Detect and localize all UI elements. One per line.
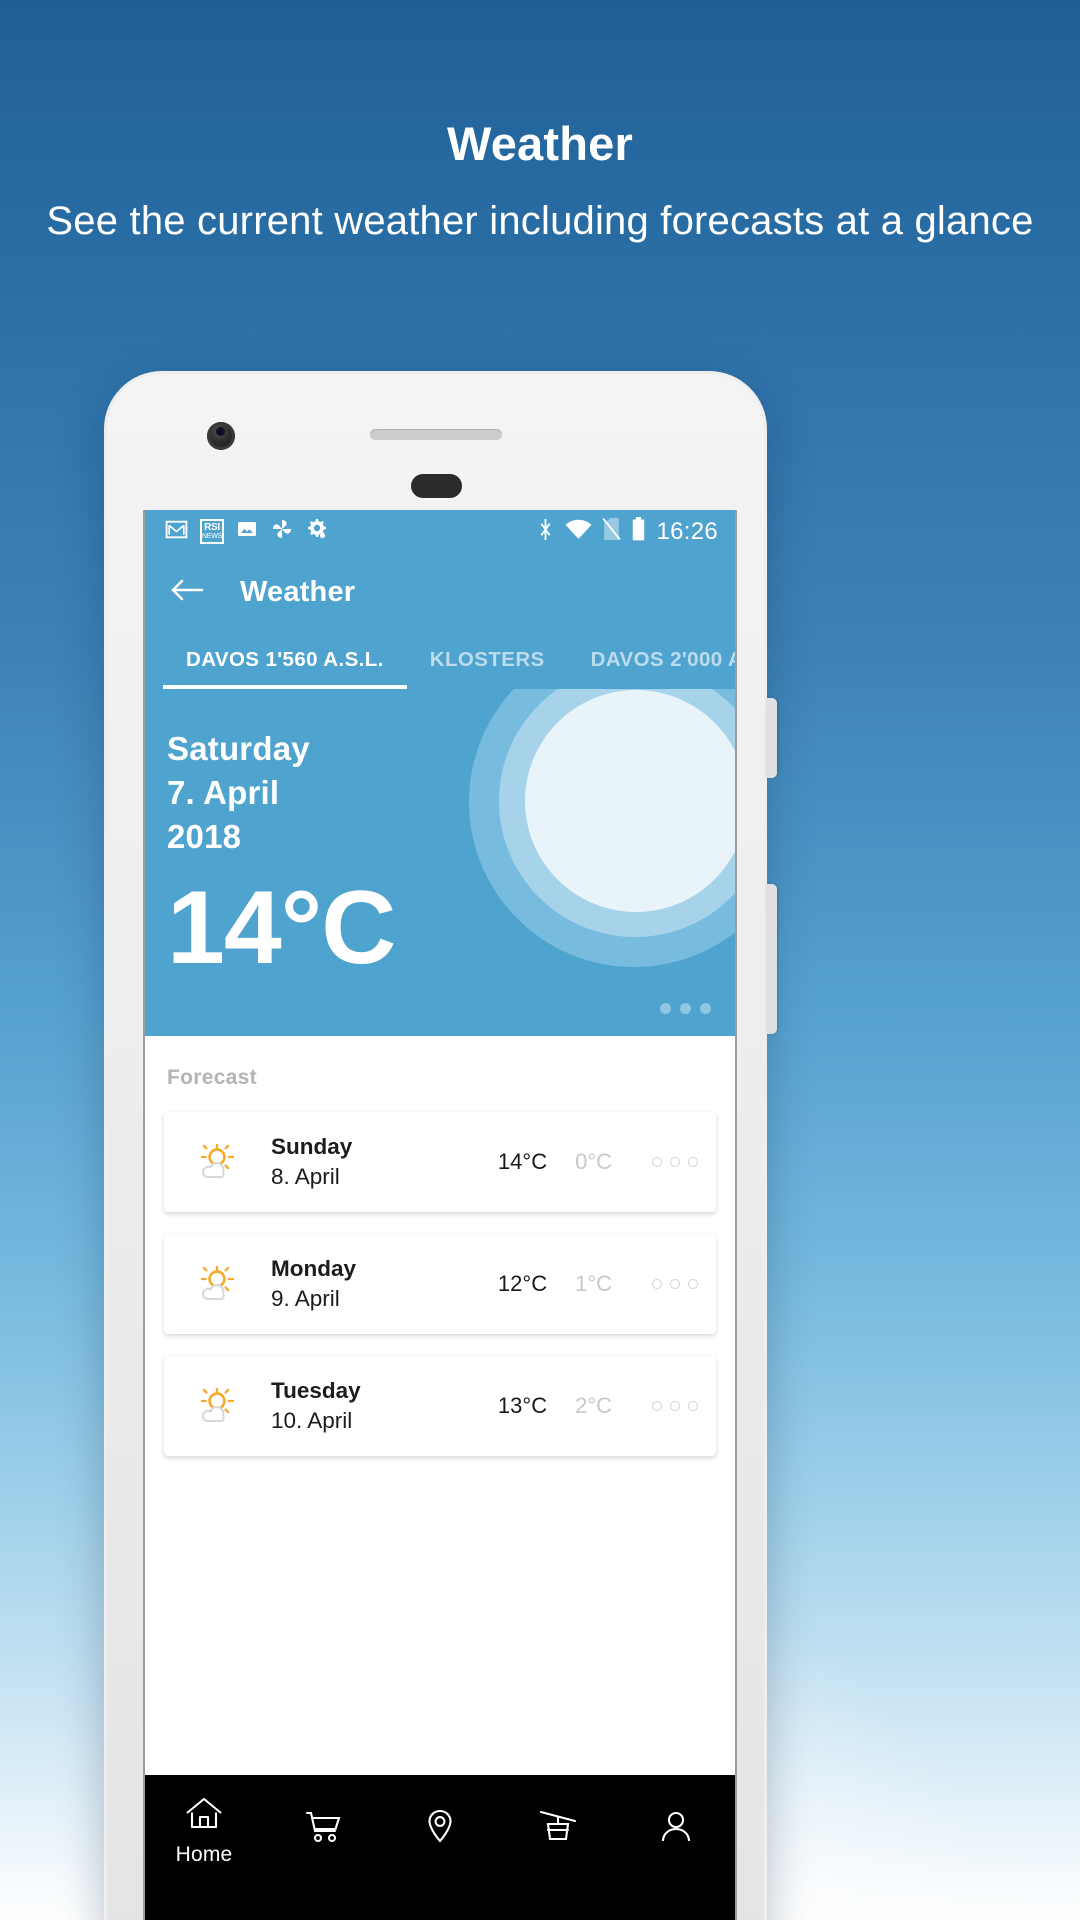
current-temperature: 14°C [167,869,396,986]
sun-behind-cloud-icon [188,1383,244,1429]
sun-behind-cloud-icon [188,1261,244,1307]
forecast-temp-max: 14°C [497,1149,548,1174]
hero-page-indicator[interactable] [660,1003,711,1014]
pin-icon [419,1807,461,1850]
front-camera-icon [207,422,235,450]
wifi-icon [565,519,592,545]
hero-dot [660,1003,671,1014]
tab-davos-1560[interactable]: DAVOS 1'560 A.S.L. [163,631,407,689]
hero-dot [680,1003,691,1014]
bottom-navigation-bar: Home [145,1775,735,1887]
forecast-section: Forecast Sunday 8. April 14°C 0°C Monday… [145,1036,735,1456]
forecast-row-tuesday[interactable]: Tuesday 10. April 13°C 2°C [164,1356,716,1456]
forecast-dot [652,1157,662,1167]
app-bar: Weather [145,553,735,631]
forecast-dot [688,1157,698,1167]
forecast-temp-min: 0°C [575,1149,612,1174]
forecast-day-name: Monday [271,1256,357,1282]
forecast-dot [688,1279,698,1289]
promo-screenshot-canvas: Weather See the current weather includin… [0,0,1080,1920]
arrow-left-icon[interactable] [170,576,204,609]
rsi-news-icon: RSI NEWS [200,519,224,544]
promo-subtitle: See the current weather including foreca… [46,198,1034,243]
forecast-dot [670,1279,680,1289]
forecast-list: Sunday 8. April 14°C 0°C Monday 9. April… [145,1090,735,1456]
forecast-day-date: 10. April [271,1408,353,1433]
cart-icon [301,1807,343,1850]
promo-title: Weather [447,117,633,170]
sun-behind-cloud-icon [188,1139,244,1185]
forecast-row-indicator [652,1157,698,1167]
android-system-nav [145,1887,735,1920]
battery-icon [631,517,646,546]
forecast-day-name: Tuesday [271,1378,361,1404]
forecast-temp-min: 2°C [575,1393,612,1418]
forecast-dot [688,1401,698,1411]
current-year: 2018 [167,818,242,856]
current-weekday: Saturday [167,730,310,767]
forecast-row-sunday[interactable]: Sunday 8. April 14°C 0°C [164,1112,716,1212]
forecast-day-block: Monday 9. April [271,1254,356,1313]
forecast-temp-max: 12°C [497,1271,548,1296]
settings-gear-icon [305,517,329,546]
person-icon [655,1807,697,1850]
pinwheel-icon [270,517,294,546]
bottom-nav-label-home: Home [175,1843,233,1866]
bottom-nav-item-lifts[interactable] [499,1807,617,1855]
bluetooth-icon [536,518,555,546]
forecast-row-monday[interactable]: Monday 9. April 12°C 1°C [164,1234,716,1334]
status-bar-clock: 16:26 [656,517,718,545]
bottom-nav-item-profile[interactable] [617,1807,735,1855]
volume-button[interactable] [766,884,777,1034]
forecast-temp-max: 13°C [497,1393,548,1418]
bottom-nav-item-map[interactable] [381,1807,499,1855]
forecast-row-indicator [652,1279,698,1289]
forecast-day-date: 8. April [271,1164,340,1189]
hero-dot [700,1003,711,1014]
bottom-nav-item-home[interactable]: Home [145,1795,263,1867]
status-bar-notifications: RSI NEWS [164,517,329,547]
status-bar: RSI NEWS 16:26 [145,510,735,553]
gmail-icon [164,517,189,547]
promo-text-block: Weather See the current weather includin… [0,118,1080,251]
gondola-icon [537,1807,579,1850]
home-icon [183,1795,225,1838]
forecast-section-label: Forecast [167,1066,257,1089]
earpiece-speaker [370,429,502,440]
rsi-badge-line2: NEWS [201,533,223,540]
forecast-dot [652,1279,662,1289]
forecast-temps: 12°C 1°C [498,1271,698,1297]
phone-screen: RSI NEWS 16:26 Weather DAVOS 1'560 A.S.L… [143,510,737,1920]
status-bar-system-icons: 16:26 [536,517,718,546]
power-button[interactable] [766,698,777,778]
forecast-dot [652,1401,662,1411]
rsi-badge-line1: RSI [204,522,220,533]
forecast-dot [670,1401,680,1411]
phone-mockup: RSI NEWS 16:26 Weather DAVOS 1'560 A.S.L… [104,371,777,1920]
forecast-temps: 13°C 2°C [498,1393,698,1419]
current-weather-card[interactable]: Saturday 7. April 2018 14°C [145,689,735,1036]
bottom-nav-item-shop[interactable] [263,1807,381,1855]
tab-davos-2000[interactable]: DAVOS 2'000 A.S.L. [568,631,735,689]
current-weather-body: Saturday 7. April 2018 14°C [145,689,735,980]
forecast-day-block: Tuesday 10. April [271,1376,361,1435]
forecast-row-indicator [652,1401,698,1411]
forecast-day-name: Sunday [271,1134,353,1160]
forecast-temps: 14°C 0°C [498,1149,698,1175]
page-title: Weather [240,575,356,608]
forecast-temp-min: 1°C [575,1271,612,1296]
forecast-day-block: Sunday 8. April [271,1132,352,1191]
forecast-day-date: 9. April [271,1286,340,1311]
photos-icon [235,517,259,546]
location-tab-bar[interactable]: DAVOS 1'560 A.S.L. KLOSTERS DAVOS 2'000 … [145,631,735,689]
tab-klosters[interactable]: KLOSTERS [407,631,568,689]
current-date: 7. April [167,774,280,812]
forecast-dot [670,1157,680,1167]
proximity-sensor [411,474,462,498]
sim-off-icon [602,517,622,546]
